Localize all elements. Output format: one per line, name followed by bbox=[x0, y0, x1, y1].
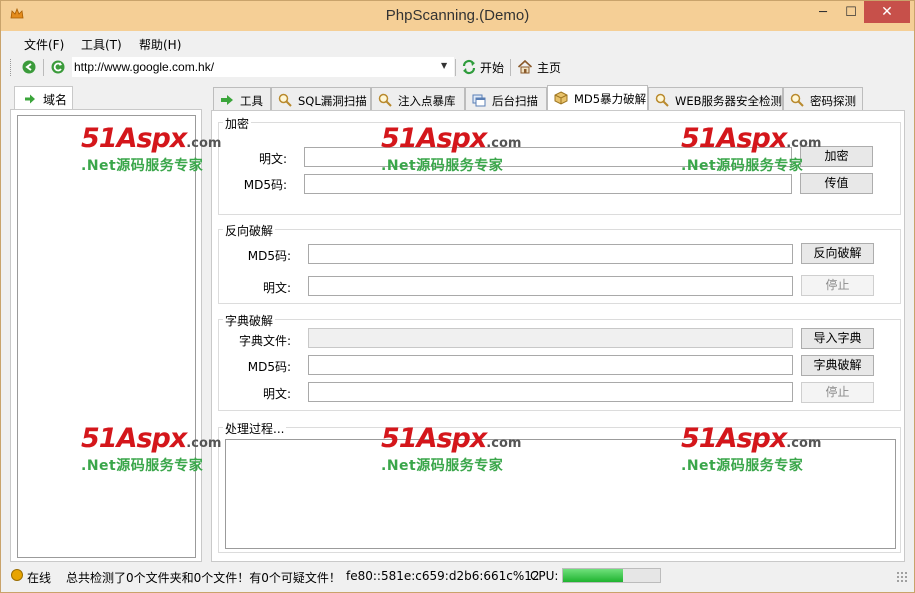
cpu-meter-fill bbox=[563, 569, 623, 582]
tab-label: SQL漏洞扫描 bbox=[298, 94, 367, 108]
encrypt-group: 加密 明文: 加密 MD5码: 传值 bbox=[218, 115, 901, 215]
tab-injection[interactable]: 注入点暴库 bbox=[371, 87, 465, 111]
ip-address: fe80::581e:c659:d2b6:661c%12 bbox=[346, 569, 540, 583]
reverse-stop-button[interactable]: 停止 bbox=[801, 275, 874, 296]
tab-admin-scan[interactable]: 后台扫描 bbox=[465, 87, 547, 111]
main-tabs: 工具 SQL漏洞扫描 注入点暴库 后台扫描 MD5暴力破解 WEB服务器安全检测… bbox=[213, 85, 903, 112]
menu-bar: 文件(F) 工具(T) 帮助(H) bbox=[2, 32, 913, 54]
md5-label: MD5码: bbox=[243, 178, 287, 192]
cpu-label: CPU: bbox=[530, 569, 559, 583]
start-button[interactable]: 开始 bbox=[480, 59, 504, 76]
group-title: 反向破解 bbox=[223, 222, 276, 239]
toolbar-separator bbox=[43, 59, 44, 76]
dict-crack-button[interactable]: 字典破解 bbox=[801, 355, 874, 376]
dict-file-label: 字典文件: bbox=[238, 334, 291, 348]
toolbar-separator bbox=[455, 59, 456, 76]
import-dict-button[interactable]: 导入字典 bbox=[801, 328, 874, 349]
online-status-icon bbox=[11, 569, 23, 581]
tab-md5-crack[interactable]: MD5暴力破解 bbox=[547, 85, 648, 112]
reverse-crack-button[interactable]: 反向破解 bbox=[801, 243, 874, 264]
resize-grip[interactable] bbox=[896, 571, 907, 582]
encrypt-md5-input[interactable] bbox=[304, 174, 792, 194]
url-input[interactable] bbox=[72, 57, 454, 77]
scan-summary: 总共检测了0个文件夹和0个文件！有0个可疑文件！ bbox=[66, 571, 341, 585]
home-icon[interactable] bbox=[517, 59, 533, 75]
tab-password-probe[interactable]: 密码探测 bbox=[783, 87, 863, 111]
reverse-plain-input[interactable] bbox=[308, 276, 793, 296]
url-dropdown-icon[interactable]: ▼ bbox=[441, 61, 447, 70]
tab-label: 工具 bbox=[240, 94, 263, 108]
window-title: PhpScanning.(Demo) bbox=[385, 7, 530, 24]
encrypt-button[interactable]: 加密 bbox=[800, 146, 873, 167]
start-icon[interactable] bbox=[461, 59, 477, 75]
md5-panel: 加密 明文: 加密 MD5码: 传值 反向破解 MD5码: 反向破解 明文: 停… bbox=[211, 110, 905, 562]
domain-list[interactable] bbox=[17, 115, 196, 558]
plain-label: 明文: bbox=[258, 152, 287, 166]
cpu-meter bbox=[562, 568, 661, 583]
refresh-icon[interactable] bbox=[50, 59, 66, 75]
window-icon bbox=[472, 94, 486, 107]
dict-plain-input[interactable] bbox=[308, 382, 793, 402]
reverse-group: 反向破解 MD5码: 反向破解 明文: 停止 bbox=[218, 222, 901, 304]
dictionary-group: 字典破解 字典文件: 导入字典 MD5码: 字典破解 明文: 停止 bbox=[218, 312, 901, 411]
tab-web-security[interactable]: WEB服务器安全检测 bbox=[648, 87, 783, 111]
md5-label: MD5码: bbox=[247, 249, 291, 263]
minimize-button[interactable]: ─ bbox=[808, 1, 838, 23]
arrow-right-icon bbox=[221, 95, 233, 105]
tab-domain-label: 域名 bbox=[43, 93, 68, 107]
dict-stop-button[interactable]: 停止 bbox=[801, 382, 874, 403]
process-log[interactable] bbox=[225, 439, 896, 549]
toolbar: ▼ 开始 主页 bbox=[2, 55, 913, 80]
magnifier-icon bbox=[655, 93, 669, 107]
group-title: 处理过程... bbox=[223, 420, 287, 437]
process-group: 处理过程... bbox=[218, 420, 901, 553]
transfer-button[interactable]: 传值 bbox=[800, 173, 873, 194]
group-title: 加密 bbox=[223, 115, 252, 132]
tab-sql-scan[interactable]: SQL漏洞扫描 bbox=[271, 87, 371, 111]
tab-label: MD5暴力破解 bbox=[574, 92, 647, 106]
toolbar-separator bbox=[510, 59, 511, 76]
menu-tools[interactable]: 工具(T) bbox=[81, 36, 122, 53]
status-bar: 在线 总共检测了0个文件夹和0个文件！有0个可疑文件！ fe80::581e:c… bbox=[2, 565, 913, 587]
plain-label: 明文: bbox=[262, 387, 291, 401]
arrow-right-icon bbox=[25, 94, 35, 104]
menu-help[interactable]: 帮助(H) bbox=[139, 36, 181, 53]
online-status: 在线 bbox=[27, 571, 52, 585]
menu-file[interactable]: 文件(F) bbox=[24, 36, 64, 53]
tab-domain[interactable]: 域名 bbox=[14, 86, 73, 110]
magnifier-icon bbox=[378, 93, 392, 107]
plain-label: 明文: bbox=[262, 281, 291, 295]
reverse-md5-input[interactable] bbox=[308, 244, 793, 264]
title-bar[interactable]: PhpScanning.(Demo) ─ ☐ ✕ bbox=[1, 1, 914, 31]
tab-label: 后台扫描 bbox=[492, 94, 538, 108]
app-window: PhpScanning.(Demo) ─ ☐ ✕ 文件(F) 工具(T) 帮助(… bbox=[0, 0, 915, 593]
domain-panel bbox=[10, 109, 202, 562]
close-button[interactable]: ✕ bbox=[864, 1, 910, 23]
dict-md5-input[interactable] bbox=[308, 355, 793, 375]
tab-label: WEB服务器安全检测 bbox=[675, 94, 783, 108]
md5-label: MD5码: bbox=[247, 360, 291, 374]
back-icon[interactable] bbox=[21, 59, 37, 75]
box-icon bbox=[554, 91, 568, 105]
encrypt-plain-input[interactable] bbox=[304, 147, 792, 167]
tab-label: 注入点暴库 bbox=[398, 94, 456, 108]
group-title: 字典破解 bbox=[223, 312, 276, 329]
maximize-button[interactable]: ☐ bbox=[838, 1, 864, 23]
magnifier-icon bbox=[790, 93, 804, 107]
home-button[interactable]: 主页 bbox=[537, 59, 561, 76]
tab-tools[interactable]: 工具 bbox=[213, 87, 271, 111]
tab-label: 密码探测 bbox=[810, 94, 856, 108]
toolbar-grip[interactable] bbox=[10, 59, 13, 76]
dict-file-input bbox=[308, 328, 793, 348]
magnifier-icon bbox=[278, 93, 292, 107]
